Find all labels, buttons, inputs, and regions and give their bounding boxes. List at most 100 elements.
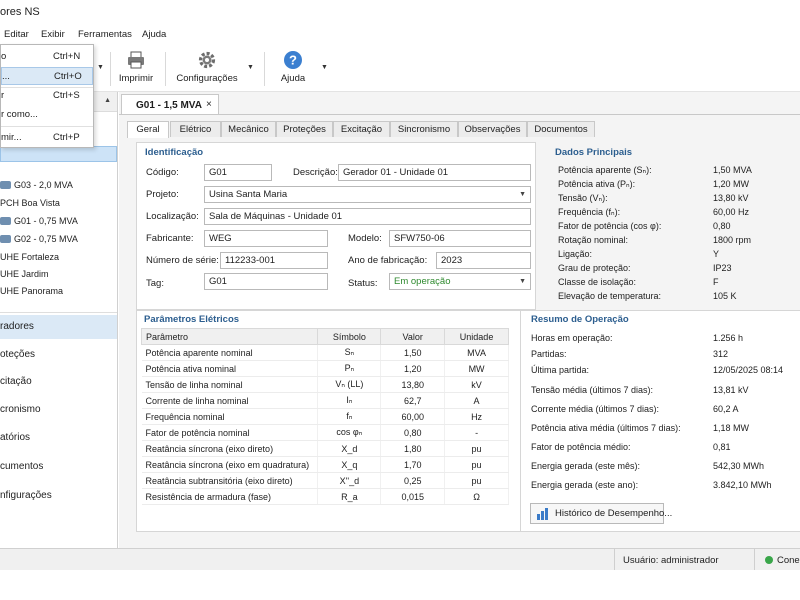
fabricante-field[interactable]: WEG (204, 230, 328, 247)
tree-item-plant[interactable]: PCH Boa Vista (0, 198, 117, 215)
chevron-down-icon[interactable]: ▼ (97, 64, 104, 71)
ano-field[interactable]: 2023 (436, 252, 531, 269)
operation-panel (520, 310, 800, 532)
nav-item-geradores[interactable]: radores (0, 315, 117, 339)
table-row[interactable]: Potência ativa nominal Pₙ 1,20 MW (141, 360, 509, 377)
tree-item-generator[interactable]: G03 - 2,0 MVA (0, 180, 117, 197)
menu-item-imprimir[interactable]: mir... Ctrl+P (1, 129, 93, 147)
generator-icon (0, 235, 11, 243)
descricao-field[interactable]: Gerador 01 - Unidade 01 (338, 164, 531, 181)
tab-documentos[interactable]: Documentos (527, 121, 595, 137)
tree-item-generator[interactable]: G02 - 0,75 MVA (0, 234, 117, 251)
menu-ajuda[interactable]: Ajuda (142, 29, 166, 40)
projeto-select[interactable]: Usina Santa Maria ▼ (204, 186, 531, 203)
tab-protecoes[interactable]: Proteções (276, 121, 333, 137)
nav-item-configuracoes[interactable]: nfigurações (0, 484, 117, 508)
tab-mecanico[interactable]: Mecânico (221, 121, 276, 137)
status-label: Status: (348, 278, 378, 289)
help-button[interactable]: ? Ajuda (277, 50, 309, 84)
tree-item-plant[interactable]: UHE Fortaleza (0, 252, 117, 269)
menu-ferramentas[interactable]: Ferramentas (78, 29, 132, 40)
chevron-down-icon[interactable]: ▼ (321, 64, 328, 71)
tree-item-plant[interactable]: UHE Jardim (0, 269, 117, 286)
main-data-label: Grau de proteção: (558, 263, 631, 273)
toolbar-separator (110, 52, 111, 86)
operation-label: Energia gerada (este ano): (531, 480, 639, 490)
title-bar: ores NS (0, 0, 800, 26)
menu-item-novo[interactable]: o Ctrl+N (1, 48, 93, 66)
status-connection: Conec (777, 555, 800, 566)
status-select[interactable]: Em operação ▼ (389, 273, 531, 290)
operation-value: 312 (713, 349, 729, 359)
tab-sincronismo[interactable]: Sincronismo (390, 121, 458, 137)
menu-item-salvar-como[interactable]: r como... (1, 106, 93, 124)
menu-editar[interactable]: Editar (4, 29, 29, 40)
gear-icon (198, 51, 216, 69)
menu-bar: Editar Exibir Ferramentas Ajuda (0, 26, 800, 44)
descricao-label: Descrição: (293, 167, 338, 178)
tag-field[interactable]: G01 (204, 273, 328, 290)
tree-item-generator[interactable]: G01 - 0,75 MVA (0, 216, 117, 233)
print-label: Imprimir (118, 73, 154, 84)
table-row[interactable]: Potência aparente nominal Sₙ 1,50 MVA (141, 344, 509, 361)
nav-item-documentos[interactable]: cumentos (0, 455, 117, 479)
menu-item-abrir[interactable]: ... Ctrl+O (1, 67, 93, 85)
main-data-value: 1,50 MVA (713, 165, 752, 175)
numero-serie-label: Número de série: (146, 255, 219, 266)
operation-label: Partidas: (531, 349, 567, 359)
connection-status-icon (765, 556, 773, 564)
table-row[interactable]: Corrente de linha nominal Iₙ 62,7 A (141, 392, 509, 409)
history-button[interactable]: Histórico de Desempenho... (530, 503, 672, 524)
menu-exibir[interactable]: Exibir (41, 29, 65, 40)
nav-item-relatorios[interactable]: atórios (0, 426, 117, 450)
table-row[interactable]: Reatância síncrona (eixo em quadratura) X… (141, 456, 509, 473)
tab-excitacao[interactable]: Excitação (333, 121, 390, 137)
col-header-parametro[interactable]: Parâmetro (140, 328, 319, 345)
operation-title: Resumo de Operação (531, 314, 629, 325)
menu-item-salvar[interactable]: r Ctrl+S (1, 87, 93, 105)
status-user-segment: Usuário: administrador (614, 549, 754, 570)
nav-item-protecoes[interactable]: oteções (0, 343, 117, 367)
navigation-panel: ▲ G03 - 2,0 MVA PCH Boa Vista G01 - 0,75… (0, 92, 118, 548)
table-row[interactable]: Resistência de armadura (fase) R_a 0,015 Ω (141, 488, 509, 505)
table-row[interactable]: Frequência nominal fₙ 60,00 Hz (141, 408, 509, 425)
main-data-label: Potência aparente (Sₙ): (558, 165, 652, 175)
table-row[interactable]: Reatância síncrona (eixo direto) X_d 1,80 p… (141, 440, 509, 457)
tab-geral[interactable]: Geral (127, 121, 169, 138)
codigo-field[interactable]: G01 (204, 164, 272, 181)
table-row[interactable]: Fator de potência nominal cos φₙ 0,80- (141, 424, 509, 441)
tag-label: Tag: (146, 278, 164, 289)
nav-item-excitacao[interactable]: citação (0, 370, 117, 394)
numero-serie-field[interactable]: 112233-001 (220, 252, 328, 269)
printer-icon (128, 51, 144, 69)
print-button[interactable]: Imprimir (117, 50, 155, 84)
tab-eletrico[interactable]: Elétrico (170, 121, 221, 137)
tree-selected-item[interactable] (0, 146, 117, 162)
document-tab[interactable]: G01 - 1,5 MVA × (121, 94, 219, 115)
main-data-value: 1800 rpm (713, 235, 752, 245)
chevron-down-icon[interactable]: ▼ (247, 64, 254, 71)
table-row[interactable]: Tensão de linha nominal Vₙ (LL) 13,80 kV (141, 376, 509, 393)
operation-label: Fator de potência médio: (531, 442, 631, 452)
col-header-unidade[interactable]: Unidade (444, 328, 509, 345)
divider (0, 312, 117, 313)
tree-item-plant[interactable]: UHE Panorama (0, 286, 117, 303)
settings-button[interactable]: Configurações (175, 50, 239, 84)
localizacao-field[interactable]: Sala de Máquinas - Unidade 01 (204, 208, 531, 225)
operation-value: 0,81 (713, 442, 731, 452)
col-header-simbolo[interactable]: Símbolo (317, 328, 382, 345)
close-icon[interactable]: × (206, 99, 212, 110)
main-data-value: 105 K (713, 291, 737, 301)
main-data-value: 13,80 kV (713, 193, 749, 203)
codigo-label: Código: (146, 167, 179, 178)
nav-item-sincronismo[interactable]: cronismo (0, 398, 117, 422)
col-header-valor[interactable]: Valor (380, 328, 446, 345)
operation-label: Corrente média (últimos 7 dias): (531, 404, 660, 414)
collapse-icon[interactable]: ▲ (104, 97, 111, 104)
ano-label: Ano de fabricação: (348, 255, 428, 266)
tab-observacoes[interactable]: Observações (458, 121, 527, 137)
operation-label: Horas em operação: (531, 333, 613, 343)
table-row[interactable]: Reatância subtransitória (eixo direto) X'… (141, 472, 509, 489)
modelo-field[interactable]: SFW750-06 (389, 230, 531, 247)
main-data-label: Potência ativa (Pₙ): (558, 179, 636, 189)
